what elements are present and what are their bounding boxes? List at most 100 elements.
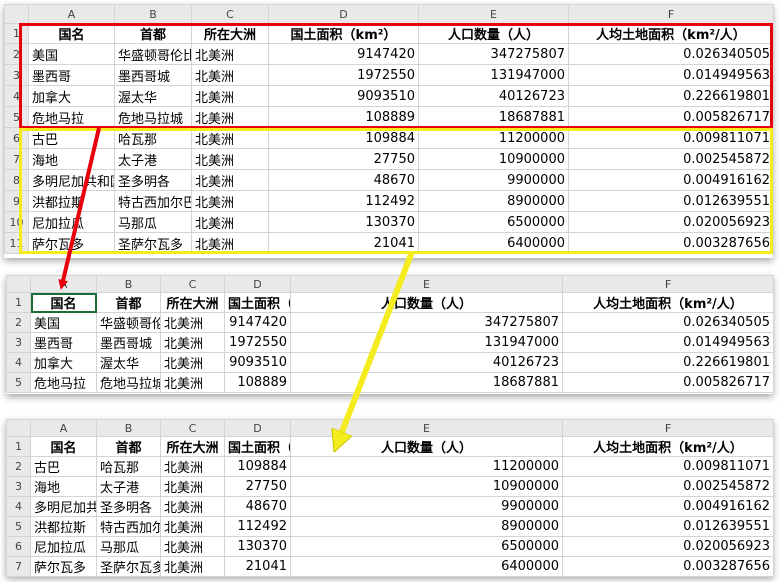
row-number[interactable]: 1 — [6, 292, 31, 313]
data-cell[interactable]: 危地马拉 — [30, 372, 97, 393]
column-header-a[interactable]: A — [30, 419, 97, 437]
data-cell[interactable]: 1972550 — [268, 64, 419, 86]
data-cell[interactable]: 112492 — [268, 190, 419, 212]
data-cell[interactable]: 特古西加尔巴 — [114, 190, 192, 212]
data-cell[interactable]: 9093510 — [268, 85, 419, 107]
data-cell[interactable]: 0.004916162 — [568, 169, 774, 191]
data-cell[interactable]: 112492 — [224, 516, 291, 537]
data-cell[interactable]: 尼加拉瓜 — [28, 211, 115, 233]
data-cell[interactable]: 48670 — [268, 169, 419, 191]
data-cell[interactable]: 9900000 — [290, 496, 563, 517]
data-cell[interactable]: 0.026340505 — [562, 312, 774, 333]
data-cell[interactable]: 危地马拉 — [28, 106, 115, 128]
data-cell[interactable]: 北美洲 — [160, 352, 225, 373]
data-cell[interactable]: 圣多明各 — [96, 496, 161, 517]
data-cell[interactable]: 渥太华 — [96, 352, 161, 373]
column-header-a[interactable]: A — [30, 275, 97, 293]
data-cell[interactable]: 渥太华 — [114, 85, 192, 107]
row-number[interactable]: 5 — [6, 372, 31, 393]
header-cell[interactable]: 国土面积（km²） — [224, 436, 291, 457]
row-number[interactable]: 9 — [4, 190, 29, 212]
data-cell[interactable]: 9900000 — [418, 169, 569, 191]
header-cell[interactable]: 所在大洲 — [160, 292, 225, 313]
data-cell[interactable]: 9147420 — [224, 312, 291, 333]
row-number[interactable]: 4 — [6, 496, 31, 517]
header-cell[interactable]: 首都 — [114, 23, 192, 44]
row-number[interactable]: 4 — [4, 85, 29, 107]
column-header-d[interactable]: D — [268, 4, 419, 24]
row-number[interactable]: 4 — [6, 352, 31, 373]
column-header-c[interactable]: C — [191, 4, 269, 24]
data-cell[interactable]: 墨西哥城 — [96, 332, 161, 353]
column-header-e[interactable]: E — [290, 419, 563, 437]
data-cell[interactable]: 0.004916162 — [562, 496, 774, 517]
data-cell[interactable]: 北美洲 — [160, 332, 225, 353]
column-header-d[interactable]: D — [224, 419, 291, 437]
data-cell[interactable]: 0.009811071 — [568, 127, 774, 149]
data-cell[interactable]: 华盛顿哥伦比亚特区 — [96, 312, 161, 333]
row-number[interactable]: 3 — [6, 476, 31, 497]
data-cell[interactable]: 6500000 — [418, 211, 569, 233]
data-cell[interactable]: 北美洲 — [191, 232, 269, 254]
data-cell[interactable]: 1972550 — [224, 332, 291, 353]
row-number[interactable]: 10 — [4, 211, 29, 233]
data-cell[interactable]: 加拿大 — [30, 352, 97, 373]
column-header-c[interactable]: C — [160, 419, 225, 437]
data-cell[interactable]: 21041 — [224, 556, 291, 577]
data-cell[interactable]: 27750 — [268, 148, 419, 170]
header-cell[interactable]: 国名 — [28, 23, 115, 44]
column-header-b[interactable]: B — [96, 419, 161, 437]
data-cell[interactable]: 北美洲 — [191, 190, 269, 212]
header-cell[interactable]: 人均土地面积（km²/人） — [562, 292, 774, 313]
data-cell[interactable]: 0.012639551 — [562, 516, 774, 537]
data-cell[interactable]: 加拿大 — [28, 85, 115, 107]
data-cell[interactable]: 130370 — [268, 211, 419, 233]
data-cell[interactable]: 洪都拉斯 — [28, 190, 115, 212]
row-number[interactable]: 5 — [6, 516, 31, 537]
data-cell[interactable]: 0.005826717 — [562, 372, 774, 393]
data-cell[interactable]: 131947000 — [418, 64, 569, 86]
data-cell[interactable]: 130370 — [224, 536, 291, 557]
data-cell[interactable]: 多明尼加共和国 — [28, 169, 115, 191]
data-cell[interactable]: 尼加拉瓜 — [30, 536, 97, 557]
column-header-f[interactable]: F — [562, 419, 774, 437]
data-cell[interactable]: 北美洲 — [160, 312, 225, 333]
data-cell[interactable]: 11200000 — [290, 456, 563, 477]
row-number[interactable]: 8 — [4, 169, 29, 191]
header-cell[interactable]: 人均土地面积（km²/人） — [568, 23, 774, 44]
data-cell[interactable]: 多明尼加共和国 — [30, 496, 97, 517]
data-cell[interactable]: 40126723 — [418, 85, 569, 107]
data-cell[interactable]: 墨西哥城 — [114, 64, 192, 86]
data-cell[interactable]: 华盛顿哥伦比亚特区 — [114, 43, 192, 65]
data-cell[interactable]: 北美洲 — [160, 536, 225, 557]
data-cell[interactable]: 6400000 — [290, 556, 563, 577]
data-cell[interactable]: 108889 — [224, 372, 291, 393]
data-cell[interactable]: 古巴 — [30, 456, 97, 477]
data-cell[interactable]: 10900000 — [290, 476, 563, 497]
data-cell[interactable]: 北美洲 — [160, 496, 225, 517]
data-cell[interactable]: 马那瓜 — [114, 211, 192, 233]
data-cell[interactable]: 北美洲 — [160, 372, 225, 393]
data-cell[interactable]: 40126723 — [290, 352, 563, 373]
data-cell[interactable]: 0.014949563 — [562, 332, 774, 353]
data-cell[interactable]: 北美洲 — [191, 127, 269, 149]
column-header-d[interactable]: D — [224, 275, 291, 293]
data-cell[interactable]: 太子港 — [96, 476, 161, 497]
header-cell[interactable]: 人均土地面积（km²/人） — [562, 436, 774, 457]
data-cell[interactable]: 0.012639551 — [568, 190, 774, 212]
data-cell[interactable]: 美国 — [30, 312, 97, 333]
data-cell[interactable]: 9147420 — [268, 43, 419, 65]
column-header-e[interactable]: E — [418, 4, 569, 24]
data-cell[interactable]: 18687881 — [290, 372, 563, 393]
data-cell[interactable]: 哈瓦那 — [96, 456, 161, 477]
data-cell[interactable]: 6500000 — [290, 536, 563, 557]
data-cell[interactable]: 北美洲 — [160, 556, 225, 577]
data-cell[interactable]: 墨西哥 — [30, 332, 97, 353]
header-cell[interactable]: 人口数量（人） — [418, 23, 569, 44]
data-cell[interactable]: 海地 — [28, 148, 115, 170]
data-cell[interactable]: 北美洲 — [191, 211, 269, 233]
data-cell[interactable]: 哈瓦那 — [114, 127, 192, 149]
header-cell[interactable]: 人口数量（人） — [290, 292, 563, 313]
data-cell[interactable]: 北美洲 — [191, 43, 269, 65]
row-number[interactable]: 2 — [6, 312, 31, 333]
